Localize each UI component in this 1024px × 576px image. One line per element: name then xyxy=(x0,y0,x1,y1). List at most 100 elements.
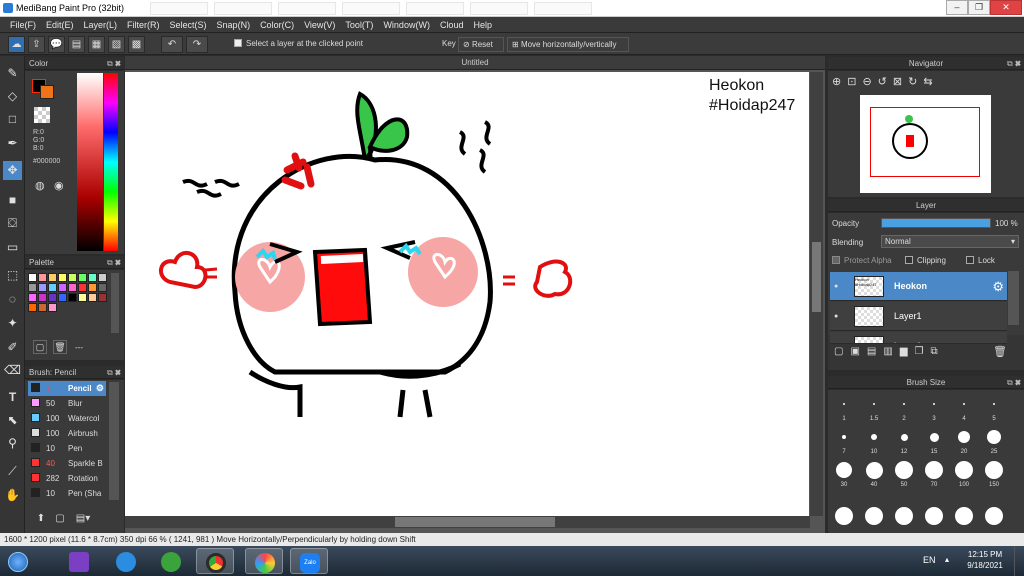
page-icon[interactable]: ▦ xyxy=(88,36,105,53)
palette-swatch[interactable] xyxy=(88,273,97,282)
move-tool-icon[interactable]: ✥ xyxy=(3,161,22,180)
minimize-button[interactable]: – xyxy=(946,0,968,15)
brush-size-dot[interactable] xyxy=(871,434,877,440)
brush-size-dot[interactable] xyxy=(873,403,875,405)
select-eraser-tool-icon[interactable]: ⌫ xyxy=(3,361,22,380)
palette-swatch[interactable] xyxy=(48,273,57,282)
brush-item[interactable]: 10 Pen xyxy=(28,441,106,456)
grid-icon[interactable]: ▧ xyxy=(108,36,125,53)
layer-row[interactable]: ● Heokon #Hoidap247 Heokon ⚙ xyxy=(830,272,1007,301)
gradient-tool-icon[interactable]: ▭ xyxy=(3,238,22,257)
palette-swatch[interactable] xyxy=(28,293,37,302)
clipping-checkbox[interactable]: Clipping xyxy=(905,256,946,265)
reset-button[interactable]: ⊘ Reset xyxy=(458,37,504,52)
language-indicator[interactable]: EN xyxy=(923,555,936,565)
undo-icon[interactable]: ↶ xyxy=(161,36,183,53)
rotate-right-icon[interactable]: ↻ xyxy=(908,76,923,88)
bucket-tool-icon[interactable]: ⛋ xyxy=(3,214,22,233)
merge-layer-icon[interactable]: ⧉ xyxy=(930,346,944,357)
dropper-tool-icon[interactable]: ⟋ xyxy=(3,462,22,481)
taskbar-medibang[interactable] xyxy=(245,548,283,574)
menu-file[interactable]: File(F) xyxy=(5,20,41,30)
palette-swatch[interactable] xyxy=(88,293,97,302)
brush-size-dot[interactable] xyxy=(929,432,939,442)
taskbar-zalo[interactable]: Zalo xyxy=(290,548,328,574)
palette-swatch[interactable] xyxy=(78,273,87,282)
menu-layer[interactable]: Layer(L) xyxy=(79,20,123,30)
layer-row[interactable]: ● Layer1 xyxy=(830,332,1007,344)
protect-alpha-checkbox[interactable]: Protect Alpha xyxy=(832,256,892,265)
layer-visibility-icon[interactable]: ● xyxy=(834,332,838,343)
brush-size-dot[interactable] xyxy=(985,461,1003,479)
brush-size-dot[interactable] xyxy=(958,431,970,443)
palette-swatch[interactable] xyxy=(48,303,57,312)
palette-swatch[interactable] xyxy=(28,283,37,292)
folder-icon[interactable]: ▆ xyxy=(900,346,915,357)
select-layer-checkbox[interactable]: Select a layer at the clicked point xyxy=(230,37,367,52)
drawing-canvas[interactable]: Heokon #Hoidap247 xyxy=(125,72,809,516)
brush-size-dot[interactable] xyxy=(842,435,846,439)
menu-snap[interactable]: Snap(N) xyxy=(212,20,256,30)
zoom-out-icon[interactable]: ⊖ xyxy=(862,76,877,88)
palette-scrollbar[interactable] xyxy=(111,273,119,333)
taskbar-coccoc[interactable] xyxy=(152,548,190,574)
lasso-tool-icon[interactable]: ◌ xyxy=(3,290,22,309)
palette-swatch[interactable] xyxy=(58,273,67,282)
palette-swatch[interactable] xyxy=(68,273,77,282)
cloud-icon[interactable]: ☁ xyxy=(8,36,25,53)
new-palette-icon[interactable]: ▢ xyxy=(33,340,47,354)
panel-controls-icon[interactable]: ⧉ ✖ xyxy=(107,366,121,379)
brush-size-dot[interactable] xyxy=(836,462,852,478)
new-1bit-layer-icon[interactable]: ▤ xyxy=(867,346,883,357)
brush-settings-icon[interactable]: ⚙ xyxy=(96,381,104,396)
palette-swatch[interactable] xyxy=(68,283,77,292)
operation-tool-icon[interactable]: ⬉ xyxy=(3,411,22,430)
comment-icon[interactable]: ▤ xyxy=(68,36,85,53)
palette-swatch[interactable] xyxy=(38,273,47,282)
palette-swatch[interactable] xyxy=(98,293,107,302)
canvas-vertical-scrollbar[interactable] xyxy=(810,72,823,516)
palette-swatch[interactable] xyxy=(38,303,47,312)
palette-swatch[interactable] xyxy=(98,283,107,292)
start-button[interactable] xyxy=(2,548,38,574)
palette-swatch[interactable] xyxy=(38,283,47,292)
brush-size-dot[interactable] xyxy=(963,403,965,405)
menu-filter[interactable]: Filter(R) xyxy=(122,20,165,30)
layout-icon[interactable]: ▩ xyxy=(128,36,145,53)
brush-size-dot[interactable] xyxy=(955,461,973,479)
menu-select[interactable]: Select(S) xyxy=(165,20,212,30)
saturation-value-picker[interactable] xyxy=(77,73,103,251)
fill-shape-tool-icon[interactable]: ■ xyxy=(3,191,22,210)
add-layer-menu-icon[interactable]: ▥ xyxy=(883,346,899,357)
brush-size-dot[interactable] xyxy=(865,461,883,479)
layer-visibility-icon[interactable]: ● xyxy=(834,272,838,300)
clock[interactable]: 12:15 PM 9/18/2021 xyxy=(960,549,1010,571)
marquee-tool-icon[interactable]: ⬚ xyxy=(3,266,22,285)
brush-size-dot[interactable] xyxy=(895,507,913,525)
rectangle-select-tool-icon[interactable]: □ xyxy=(3,110,22,129)
brush-size-dot[interactable] xyxy=(925,507,943,525)
brush-size-dot[interactable] xyxy=(985,507,1003,525)
panel-controls-icon[interactable]: ⧉ ✖ xyxy=(1007,376,1021,389)
share-icon[interactable]: ⇪ xyxy=(28,36,45,53)
taskbar-internet-explorer[interactable] xyxy=(107,548,145,574)
palette-swatch[interactable] xyxy=(98,273,107,282)
new-brush-icon[interactable]: ▢ xyxy=(52,511,68,527)
horizontal-scroll-thumb[interactable] xyxy=(395,517,555,527)
color-wheel-icon[interactable]: ◍ xyxy=(35,179,45,192)
delete-palette-icon[interactable]: 🗑 xyxy=(53,340,67,354)
brush-item[interactable]: 50 Blur xyxy=(28,396,106,411)
menu-tool[interactable]: Tool(T) xyxy=(340,20,378,30)
duplicate-layer-icon[interactable]: ❐ xyxy=(915,346,931,357)
vertical-scroll-thumb[interactable] xyxy=(812,242,821,312)
menu-view[interactable]: View(V) xyxy=(299,20,340,30)
layer-scrollbar[interactable] xyxy=(1008,271,1019,325)
add-brush-icon[interactable]: ⬆ xyxy=(33,511,49,527)
taskbar-chrome[interactable] xyxy=(196,548,234,574)
brush-size-dot[interactable] xyxy=(843,403,845,405)
text-tool-icon[interactable]: T xyxy=(3,388,22,407)
palette-swatch[interactable] xyxy=(48,283,57,292)
close-button[interactable]: ✕ xyxy=(990,0,1022,15)
layer-settings-icon[interactable]: ⚙ xyxy=(992,272,1004,300)
brush-size-dot[interactable] xyxy=(903,403,905,405)
